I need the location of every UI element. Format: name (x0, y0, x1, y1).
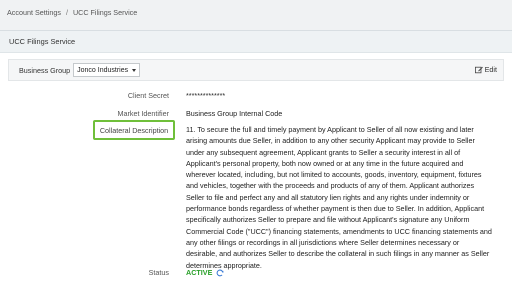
business-group-select[interactable]: Jonco Industries (73, 63, 141, 77)
collateral-description-text: 11. To secure the full and timely paymen… (186, 124, 508, 271)
collateral-line: performance bonds regardless of whether … (186, 204, 485, 214)
collateral-line: desirable, and authorizes Seller to desc… (186, 249, 490, 259)
business-group-value: Jonco Industries (77, 66, 129, 74)
chevron-down-icon (132, 68, 137, 72)
client-secret-label: Client Secret (127, 91, 169, 100)
refresh-icon[interactable] (216, 269, 224, 277)
business-group-label: Business Group (19, 65, 71, 75)
breadcrumb: Account Settings / UCC Filings Service (0, 0, 512, 25)
market-identifier-value: Business Group Internal Code (186, 109, 283, 118)
client-secret-value: ************** (186, 91, 226, 100)
collateral-description-label-text: Collateral Description (99, 125, 169, 135)
edit-label: Edit (484, 65, 497, 74)
collateral-line: Commercial Code ("UCC") financing statem… (186, 226, 492, 236)
status-text: ACTIVE (186, 268, 213, 277)
collateral-line: specifically authorizes Seller to prepar… (186, 215, 470, 225)
collateral-line: 11. To secure the full and timely paymen… (186, 125, 474, 134)
collateral-line: determines appropriate. (186, 260, 262, 270)
market-identifier-label: Market Identifier (117, 109, 169, 118)
collateral-line: and vehicles, together with the proceeds… (186, 181, 475, 191)
panel-header: UCC Filings Service (0, 31, 512, 53)
edit-button[interactable]: Edit (474, 65, 497, 74)
breadcrumb-separator: / (65, 8, 68, 17)
collateral-line: arising amounts due Seller, in addition … (186, 136, 475, 146)
panel-title: UCC Filings Service (9, 37, 76, 46)
breadcrumb-account-settings[interactable]: Account Settings (7, 8, 61, 17)
status-label: Status (148, 268, 169, 277)
breadcrumb-current: UCC Filings Service (72, 8, 138, 17)
collateral-line: any other filings or recordings in all j… (186, 237, 460, 247)
collateral-description-label: Collateral Description (93, 120, 175, 140)
collateral-line: Applicant's personal property, both now … (186, 158, 464, 168)
collateral-line: under any subsequent agreement, Applican… (186, 147, 461, 157)
collateral-line: Seller to file and perfect any and all s… (186, 192, 470, 202)
collateral-line: wherever located, including, but not lim… (186, 170, 482, 180)
edit-icon (474, 66, 483, 73)
status-value: ACTIVE (186, 268, 224, 277)
business-group-toolbar: Business Group Jonco Industries Edit (8, 59, 504, 81)
